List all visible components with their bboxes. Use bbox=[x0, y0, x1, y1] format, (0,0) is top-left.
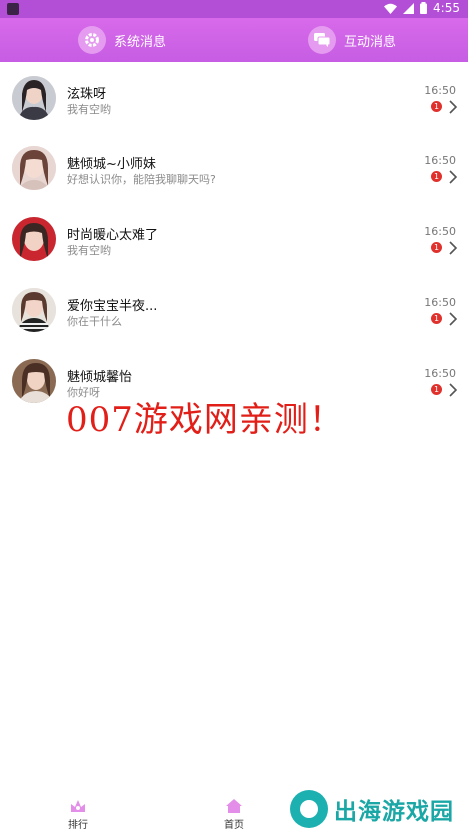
chevron-right-icon bbox=[449, 312, 458, 326]
tab-label: 系统消息 bbox=[114, 34, 167, 50]
chevron-right-icon bbox=[449, 383, 458, 397]
avatar bbox=[12, 76, 56, 120]
conversation-row[interactable]: 爱你宝宝半夜... 你在干什么 16:50 1 bbox=[0, 274, 468, 344]
avatar bbox=[12, 146, 56, 190]
contact-name: 爱你宝宝半夜... bbox=[67, 299, 158, 314]
contact-name: 时尚暖心太难了 bbox=[67, 228, 159, 243]
contact-name: 魅倾城~小师妹 bbox=[67, 157, 156, 172]
unread-badge: 1 bbox=[431, 242, 442, 253]
chevron-right-icon bbox=[449, 170, 458, 184]
message-time: 16:50 bbox=[424, 154, 456, 167]
nav-label: 排行 bbox=[68, 820, 88, 831]
tab-system-messages[interactable]: 系统消息 bbox=[78, 24, 166, 56]
message-time: 16:50 bbox=[424, 296, 456, 309]
conversation-row[interactable]: 时尚暖心太难了 我有空哟 16:50 1 bbox=[0, 203, 468, 273]
contact-name: 泫珠呀 bbox=[67, 87, 107, 102]
signal-icon bbox=[403, 2, 415, 14]
wifi-icon bbox=[384, 3, 398, 14]
unread-badge: 1 bbox=[431, 101, 442, 112]
chevron-right-icon bbox=[449, 241, 458, 255]
nav-home[interactable]: 首页 bbox=[214, 798, 254, 831]
nav-ranking[interactable]: 排行 bbox=[58, 798, 98, 831]
gear-icon bbox=[78, 26, 106, 54]
tab-label: 互动消息 bbox=[344, 34, 397, 50]
watermark-text: 007游戏网亲测！ bbox=[66, 400, 344, 440]
conversation-row[interactable]: 泫珠呀 我有空哟 16:50 1 bbox=[0, 62, 468, 132]
avatar bbox=[12, 217, 56, 261]
message-time: 16:50 bbox=[424, 367, 456, 380]
home-icon bbox=[226, 799, 242, 813]
last-message: 好想认识你，能陪我聊聊天吗? bbox=[67, 173, 216, 186]
unread-badge: 1 bbox=[431, 384, 442, 395]
message-time: 16:50 bbox=[424, 225, 456, 238]
chat-bubbles-icon bbox=[308, 26, 336, 54]
battery-icon bbox=[420, 2, 428, 14]
last-message: 你在干什么 bbox=[67, 315, 122, 328]
unread-badge: 1 bbox=[431, 313, 442, 324]
tab-interactive-messages[interactable]: 互动消息 bbox=[308, 24, 396, 56]
message-time: 16:50 bbox=[424, 84, 456, 97]
flower-icon bbox=[71, 800, 85, 812]
status-bar: 4:55 bbox=[0, 0, 468, 18]
conversation-row[interactable]: 魅倾城~小师妹 好想认识你，能陪我聊聊天吗? 16:50 1 bbox=[0, 132, 468, 202]
message-header: 系统消息 互动消息 bbox=[0, 18, 468, 62]
avatar bbox=[12, 288, 56, 332]
brand-logo-text: 出海游戏园 bbox=[334, 799, 454, 825]
last-message: 我有空哟 bbox=[67, 244, 111, 257]
status-time: 4:55 bbox=[433, 1, 460, 15]
brand-circle-icon bbox=[290, 790, 328, 828]
chevron-right-icon bbox=[449, 100, 458, 114]
brand-logo: 出海游戏园 bbox=[290, 786, 468, 832]
app-notification-icon bbox=[7, 3, 19, 15]
unread-badge: 1 bbox=[431, 171, 442, 182]
avatar bbox=[12, 359, 56, 403]
contact-name: 魅倾城馨怡 bbox=[67, 370, 133, 385]
last-message: 我有空哟 bbox=[67, 103, 111, 116]
nav-label: 首页 bbox=[224, 820, 244, 831]
